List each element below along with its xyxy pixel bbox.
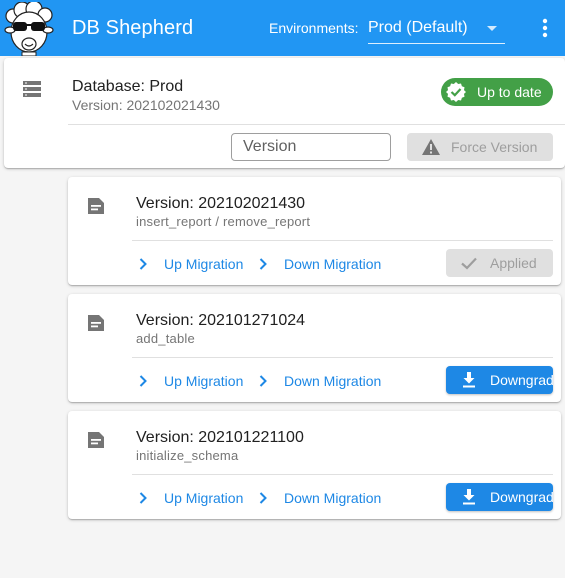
- database-version: Version: 202102021430: [72, 97, 220, 113]
- down-migration-button[interactable]: Down Migration: [256, 487, 386, 509]
- chevron-right-icon: [139, 492, 147, 504]
- description-icon: [88, 432, 104, 448]
- app-title: DB Shepherd: [72, 17, 194, 39]
- caret-down-icon: [487, 26, 497, 31]
- chevron-right-icon: [259, 492, 267, 504]
- up-migration-label: Up Migration: [164, 373, 244, 389]
- status-badge-label: Up to date: [477, 84, 542, 100]
- down-migration-label: Down Migration: [284, 373, 382, 389]
- status-badge: Up to date: [441, 78, 553, 106]
- database-card: Database: Prod Version: 202102021430 Up …: [4, 58, 565, 168]
- divider: [68, 124, 565, 125]
- migration-card: Version: 202102021430 insert_report / re…: [68, 177, 561, 285]
- migration-version: Version: 202101271024: [136, 312, 306, 329]
- applied-label: Applied: [490, 255, 537, 271]
- database-title: Database: Prod: [72, 78, 184, 95]
- environment-select[interactable]: Prod (Default): [368, 12, 505, 44]
- downgrade-label: Downgrade: [490, 489, 562, 505]
- down-migration-button[interactable]: Down Migration: [256, 370, 386, 392]
- chevron-right-icon: [259, 375, 267, 387]
- chevron-right-icon: [139, 375, 147, 387]
- migration-name: initialize_schema: [136, 448, 239, 463]
- migration-version: Version: 202101221100: [136, 429, 304, 446]
- download-icon: [463, 489, 475, 505]
- sheep-with-sunglasses-icon: [4, 2, 54, 56]
- force-version-button[interactable]: Force Version: [407, 133, 553, 161]
- migration-card: Version: 202101221100 initialize_schema …: [68, 411, 562, 519]
- storage-icon: [23, 81, 41, 97]
- chevron-right-icon: [259, 258, 267, 270]
- force-version-label: Force Version: [451, 139, 538, 155]
- down-migration-label: Down Migration: [284, 256, 382, 272]
- up-migration-label: Up Migration: [164, 490, 244, 506]
- down-migration-label: Down Migration: [284, 490, 382, 506]
- description-icon: [88, 315, 104, 331]
- chevron-right-icon: [139, 258, 147, 270]
- downgrade-button[interactable]: Downgrade: [446, 366, 562, 394]
- down-migration-button[interactable]: Down Migration: [256, 253, 386, 275]
- environment-select-value: Prod (Default): [368, 19, 468, 36]
- more-vert-icon[interactable]: [535, 16, 555, 40]
- up-migration-button[interactable]: Up Migration: [136, 253, 246, 275]
- migration-name: insert_report / remove_report: [136, 214, 311, 229]
- app-bar: DB Shepherd Environments: Prod (Default): [0, 0, 565, 56]
- migration-version: Version: 202102021430: [136, 195, 306, 212]
- check-icon: [461, 257, 477, 270]
- download-icon: [463, 372, 475, 388]
- check-circle-icon: [446, 82, 466, 102]
- environments-label: Environments:: [269, 20, 359, 36]
- downgrade-button[interactable]: Downgrade: [446, 483, 562, 511]
- up-migration-label: Up Migration: [164, 256, 244, 272]
- divider: [132, 240, 553, 241]
- warning-icon: [422, 139, 440, 155]
- migration-card: Version: 202101271024 add_table Up Migra…: [68, 294, 562, 402]
- divider: [132, 357, 553, 358]
- downgrade-label: Downgrade: [490, 372, 562, 388]
- up-migration-button[interactable]: Up Migration: [136, 487, 246, 509]
- applied-button[interactable]: Applied: [446, 249, 553, 277]
- up-migration-button[interactable]: Up Migration: [136, 370, 246, 392]
- version-input[interactable]: [231, 133, 391, 161]
- divider: [132, 474, 553, 475]
- description-icon: [88, 198, 104, 214]
- migration-name: add_table: [136, 331, 195, 346]
